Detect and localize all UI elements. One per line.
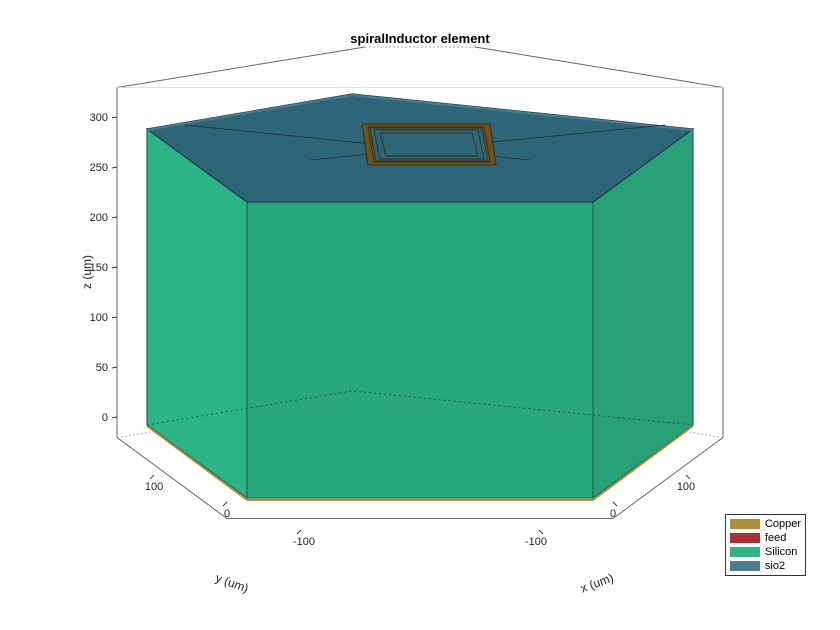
legend-label: sio2 (765, 559, 785, 573)
z-axis-label: z (um) (80, 255, 94, 289)
svg-text:100: 100 (145, 481, 163, 493)
legend-item-sio2: sio2 (730, 559, 801, 573)
spiral-inductor (362, 124, 496, 165)
svg-text:100: 100 (90, 312, 108, 324)
axes-3d[interactable]: 0 50 100 150 200 250 300 -100 0 (0, 0, 840, 630)
legend-item-silicon: Silicon (730, 545, 801, 559)
svg-text:-100: -100 (525, 536, 547, 548)
svg-text:200: 200 (90, 212, 108, 224)
legend-swatch-silicon (730, 547, 760, 557)
legend-swatch-sio2 (730, 561, 760, 571)
svg-text:0: 0 (610, 508, 616, 520)
legend-swatch-feed (730, 533, 760, 543)
svg-text:100: 100 (677, 481, 695, 493)
legend-item-feed: feed (730, 531, 801, 545)
svg-text:50: 50 (96, 362, 108, 374)
legend-label: Copper (765, 517, 801, 531)
svg-text:-100: -100 (293, 536, 315, 548)
svg-text:0: 0 (224, 508, 230, 520)
legend-item-copper: Copper (730, 517, 801, 531)
legend[interactable]: Copper feed Silicon sio2 (725, 514, 806, 576)
legend-swatch-copper (730, 519, 760, 529)
svg-text:300: 300 (90, 112, 108, 124)
legend-label: feed (765, 531, 786, 545)
z-ticks (112, 117, 117, 418)
svg-text:0: 0 (102, 412, 108, 424)
figure: spiralInductor element (0, 0, 840, 630)
svg-text:250: 250 (90, 162, 108, 174)
chart-title: spiralInductor element (0, 31, 840, 46)
legend-label: Silicon (765, 545, 797, 559)
